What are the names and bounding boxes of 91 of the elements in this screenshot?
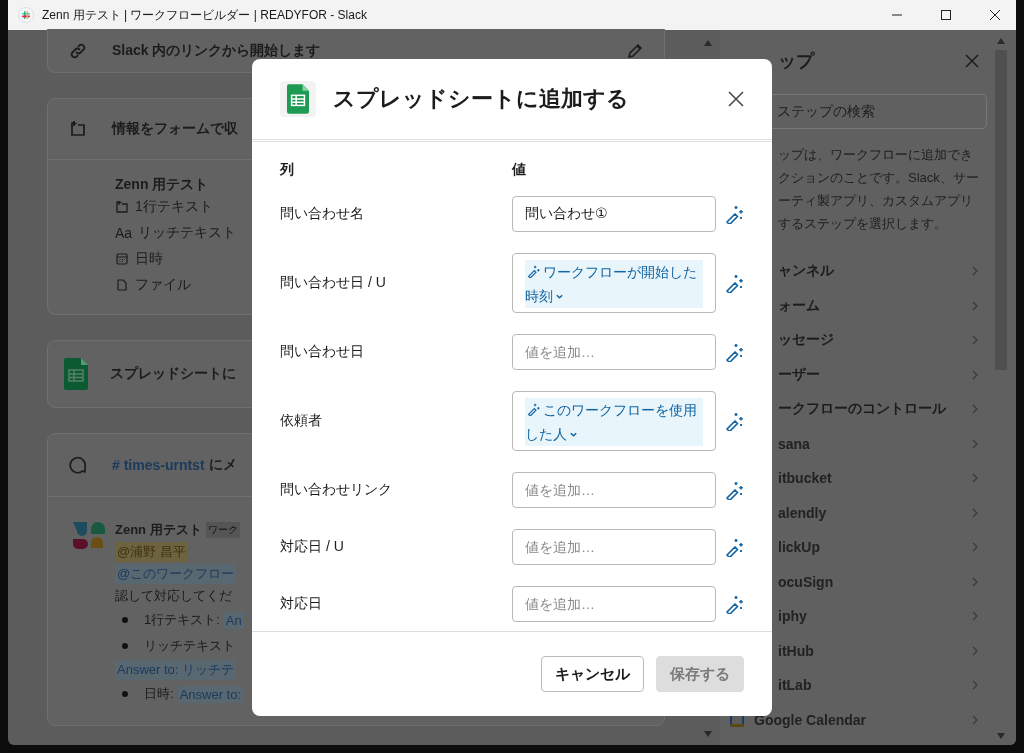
magic-wand-icon[interactable]: [724, 537, 744, 557]
magic-wand-icon[interactable]: [724, 594, 744, 614]
channel-link[interactable]: # times-urntst: [112, 457, 205, 473]
chevron-right-icon: [971, 265, 979, 278]
chevron-right-icon: [971, 403, 979, 416]
bullet-dot: [122, 617, 128, 623]
step-category-item[interactable]: ッセージ: [737, 323, 987, 358]
step-category-item[interactable]: ocuSign: [737, 564, 987, 599]
variable-token[interactable]: An: [223, 611, 244, 629]
bullet-dot: [122, 691, 128, 697]
chevron-right-icon: [971, 575, 979, 588]
column-header: 列: [280, 161, 295, 179]
chevron-right-icon: [971, 506, 979, 519]
variable-token[interactable]: Answer to:: [177, 685, 244, 703]
column-name: 問い合わせリンク: [280, 481, 393, 499]
close-icon[interactable]: [728, 91, 744, 107]
column-name: 対応日 / U: [280, 538, 345, 556]
column-name: 問い合わせ日 / U: [280, 274, 387, 292]
step-title: にメ: [208, 456, 237, 474]
file-icon: [115, 278, 129, 292]
step-category-item[interactable]: ークフローのコントロール: [737, 392, 987, 427]
column-name: 依頼者: [280, 412, 323, 430]
caret-icon: [555, 292, 564, 301]
bullet-dot: [122, 643, 128, 649]
variable-token[interactable]: このワークフローを使用した人: [525, 398, 703, 446]
step-category-item[interactable]: lickUp: [737, 530, 987, 565]
column-name: 対応日: [280, 595, 323, 613]
form-field-label: リッチテキスト: [138, 224, 237, 242]
column-header: 値: [512, 161, 527, 179]
variable-token[interactable]: ワークフローが開始した時刻: [525, 260, 703, 308]
column-name: 問い合わせ日: [280, 343, 365, 361]
window-title: Zenn 用テスト | ワークフロービルダー | READYFOR - Slack: [42, 6, 367, 24]
chat-bubble-icon: [68, 455, 88, 475]
chevron-right-icon: [971, 610, 979, 623]
step-category-item[interactable]: ォーム: [737, 288, 987, 323]
step-category-item[interactable]: ーザー: [737, 357, 987, 392]
step-title: 情報をフォームで収: [112, 120, 238, 138]
text-format-icon: Aa: [115, 225, 133, 241]
magic-wand-icon[interactable]: [724, 204, 744, 224]
step-title: Slack 内のリンクから開始します: [112, 41, 321, 60]
magic-wand-icon[interactable]: [724, 411, 744, 431]
chevron-right-icon: [971, 368, 979, 381]
close-icon[interactable]: [989, 9, 1001, 21]
calendar-icon: [115, 252, 129, 266]
value-field[interactable]: このワークフローを使用した人: [512, 391, 716, 451]
value-field[interactable]: 値を追加…: [512, 472, 716, 508]
sender-name: Zenn 用テスト: [115, 521, 202, 539]
form-name: Zenn 用テスト: [115, 175, 210, 194]
chevron-right-icon: [971, 541, 979, 554]
chevron-right-icon: [971, 679, 979, 692]
form-field-label: 1行テキスト: [135, 198, 213, 216]
value-field[interactable]: 値を追加…: [512, 334, 716, 370]
chevron-right-icon: [971, 437, 979, 450]
chevron-right-icon: [971, 472, 979, 485]
pencil-icon[interactable]: [626, 41, 644, 60]
maximize-icon[interactable]: [940, 9, 952, 21]
value-field[interactable]: ワークフローが開始した時刻: [512, 253, 716, 313]
chevron-right-icon: [971, 334, 979, 347]
dialog-title: スプレッドシートに追加する: [333, 85, 629, 113]
value-field[interactable]: 値を追加…: [512, 586, 716, 622]
form-icon: [115, 200, 129, 214]
spreadsheet-icon: [64, 358, 88, 390]
panel-title: ップ: [778, 50, 814, 73]
spreadsheet-icon: [280, 81, 316, 117]
cancel-button[interactable]: キャンセル: [541, 656, 644, 692]
magic-wand-icon[interactable]: [724, 342, 744, 362]
chevron-right-icon: [971, 299, 979, 312]
value-field[interactable]: 値を追加…: [512, 529, 716, 565]
form-field-label: 日時: [135, 250, 163, 268]
message-text: 認して対応してくだ: [115, 587, 232, 605]
message-text: リッチテキスト: [144, 637, 235, 655]
caret-icon: [569, 430, 578, 439]
step-category-item[interactable]: sana: [737, 426, 987, 461]
message-text: 1行テキスト:: [144, 611, 220, 629]
value-field[interactable]: 問い合わせ①: [512, 196, 716, 232]
chevron-right-icon: [971, 644, 979, 657]
magic-wand-icon[interactable]: [724, 273, 744, 293]
step-category-item[interactable]: itbucket: [737, 461, 987, 496]
message-text: 日時:: [144, 685, 174, 703]
magic-wand-icon: [527, 403, 540, 416]
chevron-right-icon: [971, 713, 979, 726]
column-name: 問い合わせ名: [280, 205, 365, 223]
form-icon: [68, 119, 88, 139]
step-category-item[interactable]: ャンネル: [737, 254, 987, 289]
magic-wand-icon[interactable]: [724, 480, 744, 500]
form-field-label: ファイル: [135, 276, 191, 294]
magic-wand-icon: [527, 265, 540, 278]
step-title: スプレッドシートに: [110, 365, 236, 383]
step-category-item[interactable]: iphy: [737, 599, 987, 634]
step-category-item[interactable]: alendly: [737, 495, 987, 530]
slack-logo-icon: [18, 7, 34, 23]
